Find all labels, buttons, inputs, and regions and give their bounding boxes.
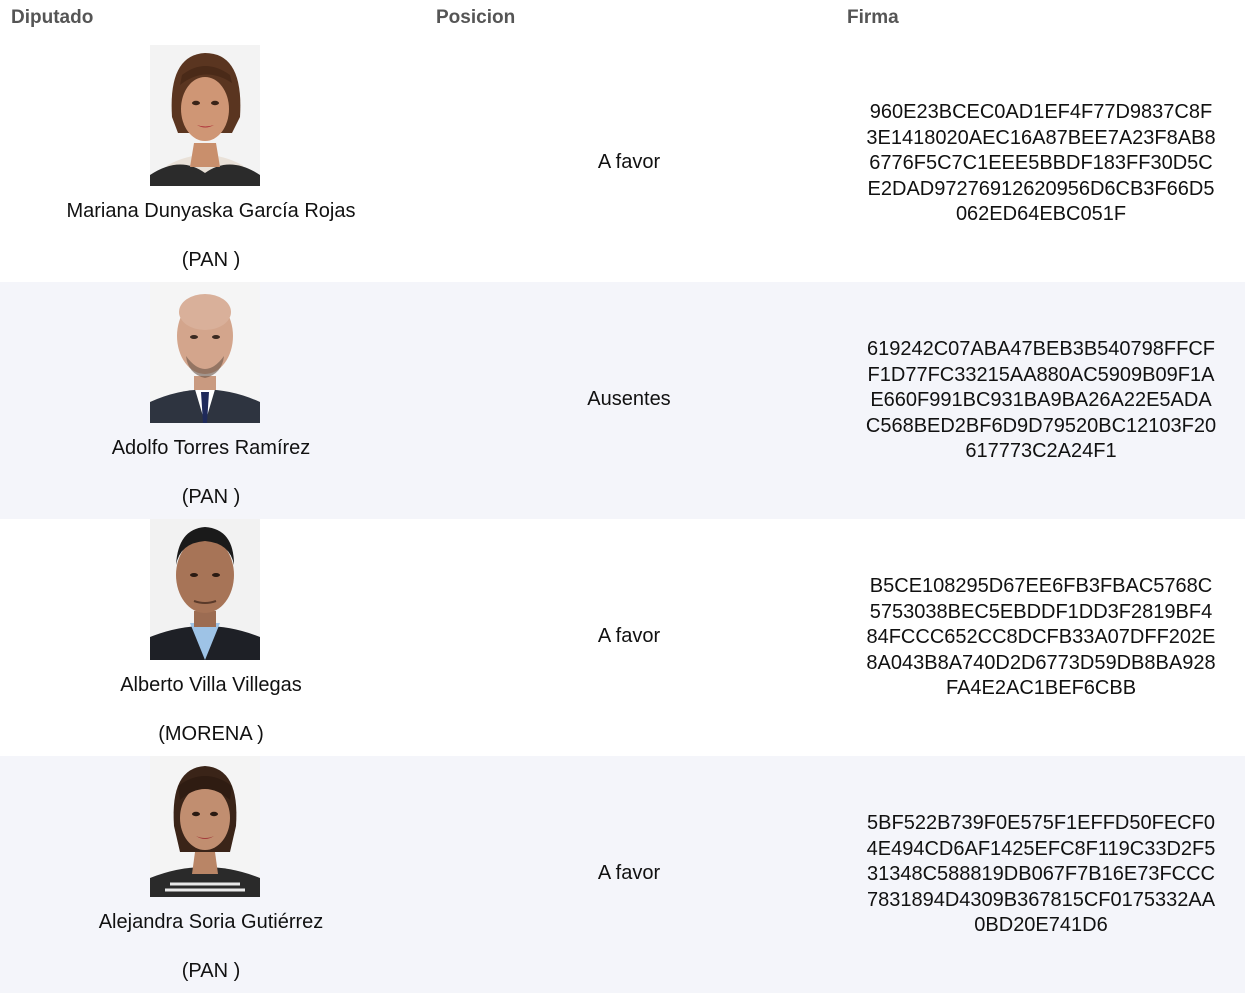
deputy-party: (PAN ) — [181, 249, 241, 271]
deputy-party: (PAN ) — [181, 486, 241, 508]
table-header: Diputado Posicion Firma — [0, 0, 1245, 40]
vote-position: A favor — [597, 151, 661, 173]
column-header-posicion[interactable]: Posicion — [436, 7, 515, 29]
signature-hash: B5CE108295D67EE6FB3FBAC5768C 5753038BEC5… — [866, 575, 1216, 699]
vote-position: Ausentes — [587, 388, 671, 410]
vote-position: A favor — [597, 625, 661, 647]
deputies-table-body: Mariana Dunyaska García Rojas (PAN ) A f… — [0, 45, 1245, 993]
deputy-name: Mariana Dunyaska García Rojas — [66, 200, 356, 222]
table-row: Alberto Villa Villegas (MORENA ) A favor… — [0, 519, 1245, 756]
table-row: Alejandra Soria Gutiérrez (PAN ) A favor… — [0, 756, 1245, 993]
deputy-name: Adolfo Torres Ramírez — [111, 437, 311, 459]
column-header-diputado[interactable]: Diputado — [11, 7, 93, 29]
table-row: Mariana Dunyaska García Rojas (PAN ) A f… — [0, 45, 1245, 282]
deputy-name: Alejandra Soria Gutiérrez — [98, 911, 324, 933]
deputy-name: Alberto Villa Villegas — [120, 674, 302, 696]
deputy-photo — [150, 45, 260, 186]
deputy-party: (MORENA ) — [158, 723, 264, 745]
deputy-photo — [150, 756, 260, 897]
table-row: Adolfo Torres Ramírez (PAN ) Ausentes 61… — [0, 282, 1245, 519]
deputy-party: (PAN ) — [181, 960, 241, 982]
signature-hash: 619242C07ABA47BEB3B540798FFCF F1D77FC332… — [865, 338, 1217, 462]
signature-hash: 5BF522B739F0E575F1EFFD50FECF0 4E494CD6AF… — [866, 812, 1216, 936]
deputy-photo — [150, 282, 260, 423]
vote-position: A favor — [597, 862, 661, 884]
signature-hash: 960E23BCEC0AD1EF4F77D9837C8F 3E1418020AE… — [866, 101, 1216, 225]
deputy-photo — [150, 519, 260, 660]
column-header-firma[interactable]: Firma — [847, 7, 899, 29]
